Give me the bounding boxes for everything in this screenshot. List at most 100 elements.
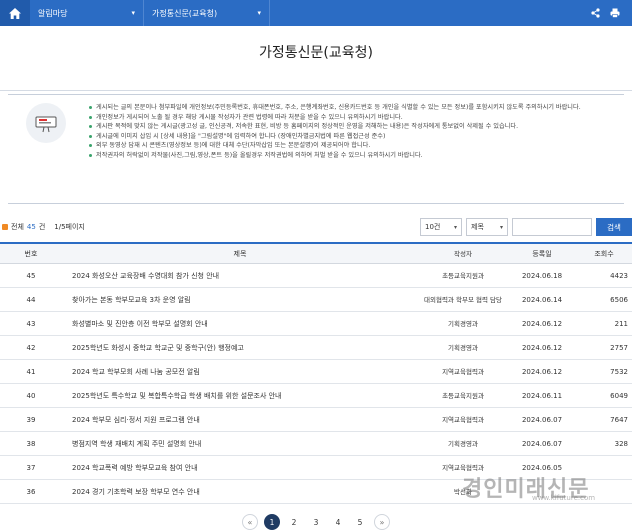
page-button-4[interactable]: 4 (330, 514, 346, 530)
row-number: 43 (26, 319, 36, 328)
rss-icon (2, 224, 8, 230)
row-views: 6506 (610, 295, 628, 304)
share-icon[interactable] (591, 8, 600, 18)
chevron-down-icon: ▾ (453, 223, 457, 231)
divider (0, 90, 632, 91)
chevron-down-icon: ▾ (499, 223, 503, 231)
row-date: 2024.06.11 (521, 391, 563, 400)
table-header: 번호 제목 작성자 등록일 조회수 (0, 242, 632, 264)
per-page-select[interactable]: 10건 ▾ (420, 218, 462, 236)
chevron-down-icon: ▾ (131, 9, 135, 17)
search-button[interactable]: 검색 (596, 218, 632, 236)
row-title-link[interactable]: 2025학년도 특수학교 및 복합특수학급 학생 배치를 위한 설문조사 안내 (62, 391, 418, 401)
row-number: 39 (26, 415, 36, 424)
next-page-button[interactable]: » (374, 514, 390, 530)
row-title-link[interactable]: 화성별마소 및 진안층 이전 학부모 설명회 안내 (62, 319, 418, 329)
table-row: 38 병점지역 학생 재배치 계획 주민 설명회 안내 기획경영과 2024.06.0… (0, 432, 632, 456)
search-bar: 전체 45 건 1/5페이지 10건 ▾ 제목 ▾ 검색 (0, 216, 632, 238)
row-author: 초등교육지원과 (442, 391, 484, 400)
table-row: 44 찾아가는 본동 학부모교육 3차 운영 알림 대외협력과 학부모 협력 담당 2… (0, 288, 632, 312)
post-table: 번호 제목 작성자 등록일 조회수 45 2024 화성오산 교육장배 수영대회 … (0, 242, 632, 504)
table-row: 40 2025학년도 특수학교 및 복합특수학급 학생 배치를 위한 설문조사 안… (0, 384, 632, 408)
notice-item: 게시되는 글의 본문이나 첨부파일에 개인정보(주민등록번호, 휴대폰번호, 주… (88, 103, 618, 113)
per-page-value: 10건 (425, 223, 441, 231)
row-date: 2024.06.12 (521, 343, 563, 352)
header-date: 등록일 (532, 249, 552, 258)
row-author: 기획경영과 (448, 319, 478, 328)
row-date: 2024.06.18 (521, 271, 563, 280)
table-row: 43 화성별마소 및 진안층 이전 학부모 설명회 안내 기획경영과 2024.06.… (0, 312, 632, 336)
notice-item: 게시판 목적에 맞지 않는 게시글(광고성 글, 인신공격, 저속한 표현, 비… (88, 122, 618, 132)
pagination: « 1 2 3 4 5 » (0, 512, 632, 532)
row-number: 41 (26, 367, 36, 376)
search-input[interactable] (512, 218, 592, 236)
top-navigation-bar: 알림마당 ▾ 가정통신문(교육청) ▾ (0, 0, 632, 26)
row-title-link[interactable]: 2025학년도 화성시 중학교 학교군 및 중학구(안) 행정예고 (62, 343, 418, 353)
print-icon[interactable] (610, 8, 620, 18)
row-date: 2024.06.14 (521, 295, 563, 304)
row-author: 기획경영과 (448, 343, 478, 352)
search-field-select[interactable]: 제목 ▾ (466, 218, 508, 236)
table-row: 39 2024 학부모 심리·정서 지원 프로그램 안내 지역교육협력과 2024.0… (0, 408, 632, 432)
notice-item: 외부 동영상 답재 시 콘텐츠(영상정보 등)에 대한 대체 수단(자막삽입 또… (88, 141, 618, 151)
header-no: 번호 (24, 249, 38, 258)
row-views: 6049 (610, 391, 628, 400)
row-number: 36 (26, 487, 36, 496)
page-info: 1/5페이지 (54, 223, 85, 231)
notice-item: 개인정보가 게시되어 노출 될 경우 해당 게시물 작성자가 관련 법령에 따라… (88, 113, 618, 123)
row-author: 초등교육지원과 (442, 271, 484, 280)
watermark-url: www.kifuture.com (532, 494, 596, 502)
chevron-down-icon: ▾ (257, 9, 261, 17)
row-date: 2024.06.07 (521, 439, 563, 448)
row-views: 7532 (610, 367, 628, 376)
row-title-link[interactable]: 2024 학교 학부모회 사례 나눔 공모전 알림 (62, 367, 418, 377)
row-number: 37 (26, 463, 36, 472)
row-title-link[interactable]: 병점지역 학생 재배치 계획 주민 설명회 안내 (62, 439, 418, 449)
row-title-link[interactable]: 2024 학부모 심리·정서 지원 프로그램 안내 (62, 415, 418, 425)
row-number: 42 (26, 343, 36, 352)
home-icon (9, 7, 21, 19)
row-title-link[interactable]: 찾아가는 본동 학부모교육 3차 운영 알림 (62, 295, 418, 305)
row-number: 45 (26, 271, 36, 280)
page-button-1[interactable]: 1 (264, 514, 280, 530)
row-author: 지역교육협력과 (442, 367, 484, 376)
page-button-5[interactable]: 5 (352, 514, 368, 530)
row-number: 38 (26, 439, 36, 448)
row-author: 지역교육협력과 (442, 415, 484, 424)
total-count: 전체 45 건 1/5페이지 (2, 222, 85, 232)
breadcrumb-label: 알림마당 (38, 8, 68, 18)
row-number: 44 (26, 295, 36, 304)
row-author: 기획경영과 (448, 439, 478, 448)
notice-item: 게시글에 이미지 삽입 시 [상세 내용]을 "그림설명"에 입력하여 합니다 … (88, 132, 618, 142)
row-views: 328 (614, 439, 628, 448)
row-date: 2024.06.07 (521, 415, 563, 424)
notice-box: 게시되는 글의 본문이나 첨부파일에 개인정보(주민등록번호, 휴대폰번호, 주… (8, 94, 624, 204)
home-button[interactable] (0, 0, 30, 26)
row-views: 4423 (610, 271, 628, 280)
total-prefix: 전체 (11, 223, 24, 231)
breadcrumb-menu-1[interactable]: 알림마당 ▾ (30, 0, 144, 26)
total-suffix: 건 (38, 223, 46, 231)
row-views: 7647 (610, 415, 628, 424)
row-views: 211 (614, 319, 628, 328)
page-button-3[interactable]: 3 (308, 514, 324, 530)
row-date: 2024.06.12 (521, 367, 563, 376)
table-row: 45 2024 화성오산 교육장배 수영대회 참가 신청 안내 초등교육지원과 202… (0, 264, 632, 288)
prev-page-button[interactable]: « (242, 514, 258, 530)
row-title-link[interactable]: 2024 학교폭력 예방 학부모교육 참여 안내 (62, 463, 418, 473)
watermark-logo: 경인미래신문 www.kifuture.com (462, 468, 632, 506)
row-views: 2757 (610, 343, 628, 352)
page-title: 가정통신문(교육청) (259, 45, 373, 61)
row-title-link[interactable]: 2024 경기 기초학력 보장 학부모 연수 안내 (62, 487, 418, 497)
table-row: 42 2025학년도 화성시 중학교 학교군 및 중학구(안) 행정예고 기획경영과… (0, 336, 632, 360)
breadcrumb-label: 가정통신문(교육청) (152, 8, 218, 18)
page-button-2[interactable]: 2 (286, 514, 302, 530)
row-date: 2024.06.12 (521, 319, 563, 328)
total-number: 45 (26, 223, 36, 231)
notice-item: 저작권자의 허락없이 저작물(사진,그림,영상,폰트 등)을 올릴경우 저작권법… (88, 151, 618, 161)
row-number: 40 (26, 391, 36, 400)
table-row: 41 2024 학교 학부모회 사례 나눔 공모전 알림 지역교육협력과 2024.0… (0, 360, 632, 384)
row-title-link[interactable]: 2024 화성오산 교육장배 수영대회 참가 신청 안내 (62, 271, 418, 281)
breadcrumb-menu-2[interactable]: 가정통신문(교육청) ▾ (144, 0, 270, 26)
megaphone-icon (26, 103, 66, 143)
